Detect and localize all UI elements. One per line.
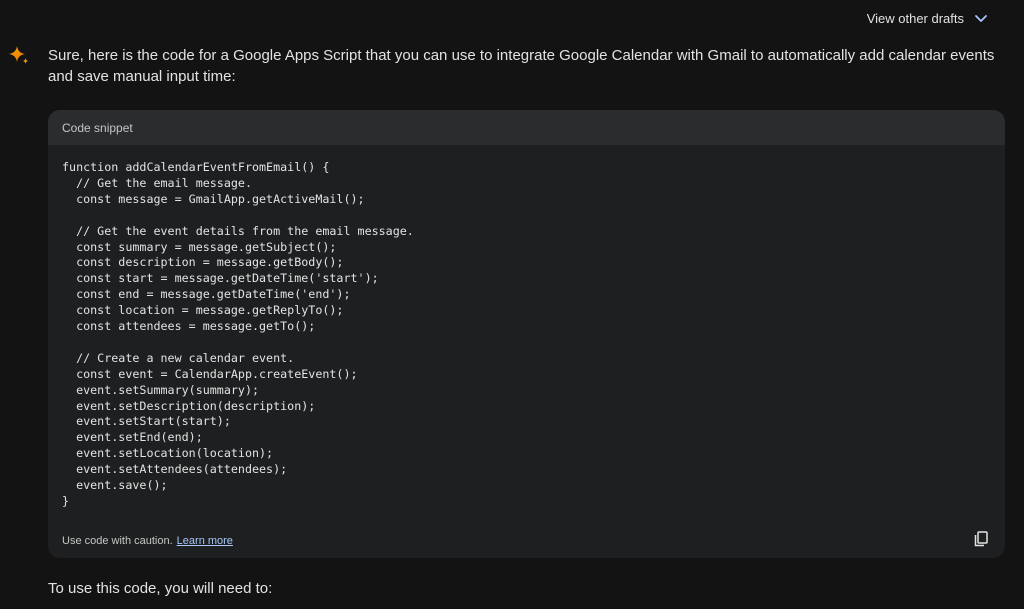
code-line: event.setSummary(summary); (62, 382, 260, 397)
copy-icon (974, 531, 988, 550)
code-line: const event = CalendarApp.createEvent(); (62, 366, 358, 381)
code-line: function addCalendarEventFromEmail() { (62, 160, 330, 174)
code-line: event.setDescription(description); (62, 398, 316, 413)
learn-more-link[interactable]: Learn more (177, 535, 233, 547)
code-text[interactable]: function addCalendarEventFromEmail() { /… (62, 160, 991, 510)
code-caution: Use code with caution. Learn more (62, 535, 233, 547)
gemini-sparkle-icon (8, 45, 30, 67)
code-line: } (62, 494, 70, 508)
chevron-down-icon (974, 14, 988, 24)
code-line: const description = message.getBody(); (62, 255, 344, 270)
code-line: event.save(); (62, 478, 168, 493)
caution-label: Use code with caution. (62, 534, 173, 547)
response-intro-text: Sure, here is the code for a Google Apps… (48, 47, 995, 85)
code-line: event.setEnd(end); (62, 430, 203, 445)
code-snippet-title: Code snippet (62, 120, 133, 135)
view-other-drafts-label: View other drafts (866, 11, 964, 26)
code-snippet-card: Code snippet function addCalendarEventFr… (48, 110, 1005, 558)
code-line: const end = message.getDateTime('end'); (62, 287, 351, 302)
code-line: // Create a new calendar event. (62, 350, 295, 365)
code-snippet-header: Code snippet (48, 110, 1005, 145)
code-line: // Get the event details from the email … (62, 223, 414, 238)
copy-code-button[interactable] (971, 531, 991, 551)
followup-text: To use this code, you will need to: (48, 580, 273, 597)
code-line: event.setLocation(location); (62, 446, 274, 461)
code-line: const summary = message.getSubject(); (62, 239, 337, 254)
view-other-drafts-button[interactable]: View other drafts (867, 11, 988, 26)
code-line: const start = message.getDateTime('start… (62, 271, 379, 286)
code-line: const attendees = message.getTo(); (62, 319, 316, 334)
code-line: event.setAttendees(attendees); (62, 462, 288, 477)
code-line: // Get the email message. (62, 175, 252, 190)
chat-response-page: View other drafts Sure, here is the code… (0, 0, 1024, 609)
code-footer: Use code with caution. Learn more (48, 523, 1005, 558)
code-line: event.setStart(start); (62, 414, 231, 429)
code-body[interactable]: function addCalendarEventFromEmail() { /… (48, 145, 1005, 523)
code-line: const message = GmailApp.getActiveMail()… (62, 191, 365, 206)
code-line: const location = message.getReplyTo(); (62, 303, 344, 318)
